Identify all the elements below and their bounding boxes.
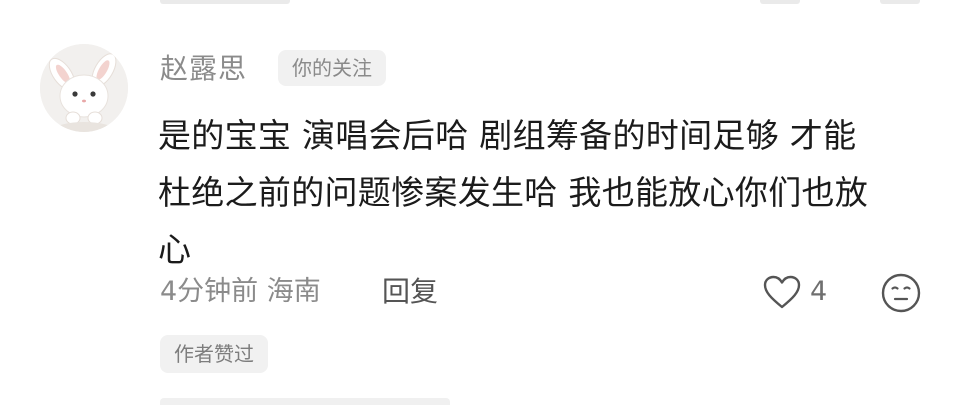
comment-time: 4分钟前 xyxy=(160,276,259,307)
previous-item-edge-mark xyxy=(880,0,920,4)
next-item-edge xyxy=(160,398,450,405)
author-liked-badge: 作者赞过 xyxy=(160,335,268,373)
heart-icon xyxy=(763,275,801,309)
previous-item-edge xyxy=(0,0,960,10)
comment-text: 是的宝宝 演唱会后哈 剧组筹备的时间足够 才能 杜绝之前的问题惨案发生哈 我也能… xyxy=(158,116,869,269)
avatar[interactable] xyxy=(40,44,128,132)
comment-location: 海南 xyxy=(266,276,321,307)
reply-button[interactable]: 回复 xyxy=(382,270,438,314)
neutral-face-icon xyxy=(881,273,921,313)
previous-item-edge-mark xyxy=(160,0,290,4)
previous-item-edge-mark xyxy=(760,0,800,4)
comment-username[interactable]: 赵露思 xyxy=(160,50,247,88)
comment-meta: 4分钟前 海南 xyxy=(160,270,321,314)
bunny-avatar-icon xyxy=(40,44,128,132)
like-button[interactable]: 4 xyxy=(762,270,827,314)
like-count: 4 xyxy=(810,276,828,307)
follow-badge: 你的关注 xyxy=(278,50,386,86)
emoji-reaction-button[interactable] xyxy=(880,272,922,314)
